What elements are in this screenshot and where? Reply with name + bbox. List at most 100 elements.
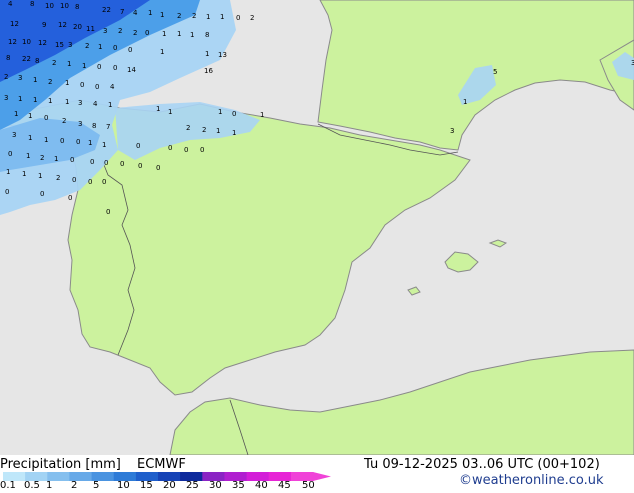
precip-value: 0 bbox=[106, 208, 110, 216]
precip-value: 1 bbox=[6, 168, 10, 176]
precip-value: 0 bbox=[145, 29, 149, 37]
precip-value: 2 bbox=[202, 126, 206, 134]
precip-value: 2 bbox=[52, 59, 56, 67]
precip-value: 1 bbox=[260, 111, 264, 119]
precip-value: 1 bbox=[65, 79, 69, 87]
precip-value: 1 bbox=[82, 62, 86, 70]
precip-value: 3 bbox=[78, 120, 82, 128]
precip-value: 0 bbox=[40, 190, 44, 198]
precip-value: 16 bbox=[204, 67, 213, 75]
precip-value: 0 bbox=[95, 83, 99, 91]
precip-value: 1 bbox=[162, 30, 166, 38]
precip-value: 0 bbox=[136, 142, 140, 150]
precip-value: 1 bbox=[463, 98, 467, 106]
precip-value: 2 bbox=[62, 117, 66, 125]
precip-value: 0 bbox=[70, 156, 74, 164]
precip-value: 1 bbox=[54, 155, 58, 163]
precip-value: 3 bbox=[450, 127, 454, 135]
precip-value: 12 bbox=[38, 39, 47, 47]
precip-value: 2 bbox=[4, 73, 8, 81]
legend-ticks: 0.1 0.5 1 2 5 10 15 20 25 30 35 40 45 50 bbox=[0, 481, 340, 493]
precip-value: 4 bbox=[110, 83, 115, 91]
precip-value: 1 bbox=[232, 129, 236, 137]
precip-value: 10 bbox=[45, 2, 54, 10]
precip-value: 1 bbox=[156, 105, 160, 113]
precip-value: 0 bbox=[76, 138, 80, 146]
precipitation-map: 4 8 10 10 8 22 7 4 1 1 2 2 1 1 0 212 9 12 20 11 3 2 2 0 1 1 1 812 10… bbox=[0, 0, 634, 455]
precip-value: 0 bbox=[5, 188, 9, 196]
precip-value: 8 bbox=[6, 54, 10, 62]
precip-value: 0 bbox=[168, 144, 172, 152]
precip-value: 8 bbox=[75, 3, 79, 11]
precip-value: 2 bbox=[133, 29, 137, 37]
precip-value: 1 bbox=[65, 98, 69, 106]
precip-value: 0 bbox=[184, 146, 188, 154]
valid-time: Tu 09-12-2025 03..06 UTC (00+102) bbox=[364, 457, 600, 472]
precip-value: 12 bbox=[8, 38, 17, 46]
precip-value: 1 bbox=[206, 13, 210, 21]
precip-value: 1 bbox=[216, 127, 220, 135]
precip-value: 22 bbox=[102, 6, 111, 14]
precip-value: 1 bbox=[14, 110, 18, 118]
precip-value: 1 bbox=[218, 108, 222, 116]
precip-value: 2 bbox=[177, 12, 181, 20]
precip-value: 0 bbox=[102, 178, 106, 186]
precip-value: 2 bbox=[250, 14, 254, 22]
precip-value: 1 bbox=[220, 13, 224, 21]
precip-value: 4 bbox=[8, 0, 13, 8]
precip-value: 13 bbox=[218, 51, 227, 59]
precip-value: 1 bbox=[44, 136, 48, 144]
precip-value: 0 bbox=[44, 114, 48, 122]
precip-value: 11 bbox=[86, 25, 95, 33]
precip-value: 2 bbox=[186, 124, 190, 132]
precip-value: 1 bbox=[18, 95, 22, 103]
legend-arrow bbox=[313, 472, 331, 481]
precip-value: 0 bbox=[60, 137, 64, 145]
precip-value: 0 bbox=[200, 146, 204, 154]
precip-value: 0 bbox=[104, 159, 108, 167]
precip-value: 3 bbox=[68, 41, 72, 49]
precip-value: 1 bbox=[38, 172, 42, 180]
precip-value: 3 bbox=[12, 131, 16, 139]
precip-value: 2 bbox=[48, 78, 52, 86]
precip-value: 14 bbox=[127, 66, 136, 74]
precip-value: 0 bbox=[138, 162, 142, 170]
precip-value: 10 bbox=[22, 38, 31, 46]
precip-value: 0 bbox=[236, 14, 240, 22]
precip-value: 2 bbox=[192, 12, 196, 20]
precip-value: 1 bbox=[28, 134, 32, 142]
precip-value: 2 bbox=[118, 27, 122, 35]
precip-value: 1 bbox=[205, 50, 209, 58]
precip-value: 22 bbox=[22, 55, 31, 63]
precip-value: 0 bbox=[72, 176, 76, 184]
precip-value: 1 bbox=[33, 96, 37, 104]
precip-value: 2 bbox=[85, 42, 89, 50]
precip-value: 1 bbox=[160, 48, 164, 56]
precip-value: 2 bbox=[40, 154, 44, 162]
precip-value: 10 bbox=[60, 2, 69, 10]
precip-value: 0 bbox=[97, 63, 101, 71]
precip-value: 1 bbox=[48, 97, 52, 105]
precip-value: 1 bbox=[148, 9, 152, 17]
precip-value: 8 bbox=[30, 0, 34, 8]
precip-value: 15 bbox=[55, 41, 64, 49]
model-name: ECMWF bbox=[137, 457, 186, 472]
precip-value: 1 bbox=[177, 30, 181, 38]
precip-value: 0 bbox=[80, 81, 84, 89]
precip-value: 1 bbox=[67, 60, 71, 68]
precip-value: 5 bbox=[493, 68, 497, 76]
precip-value: 8 bbox=[35, 57, 39, 65]
precip-value: 1 bbox=[168, 108, 172, 116]
credit-link[interactable]: ©weatheronline.co.uk bbox=[459, 474, 604, 488]
precip-value: 3 bbox=[18, 74, 22, 82]
precip-value: 7 bbox=[106, 123, 110, 131]
precip-value: 0 bbox=[113, 44, 117, 52]
precip-value: 1 bbox=[33, 76, 37, 84]
precip-value: 3 bbox=[103, 27, 107, 35]
precip-value: 1 bbox=[102, 141, 106, 149]
precip-value: 1 bbox=[88, 139, 92, 147]
precip-value: 1 bbox=[98, 43, 102, 51]
precip-value: 1 bbox=[26, 152, 30, 160]
precip-value: 3 bbox=[4, 94, 8, 102]
precip-value: 0 bbox=[8, 150, 12, 158]
